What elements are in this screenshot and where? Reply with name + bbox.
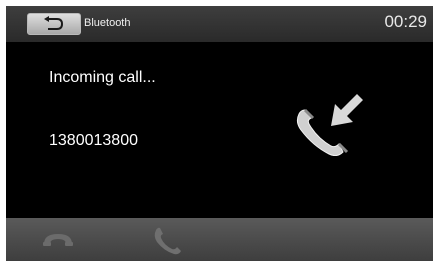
call-controls — [6, 218, 433, 261]
answer-call-icon — [154, 227, 181, 255]
incoming-call-icon — [296, 94, 363, 156]
clock: 00:29 — [384, 12, 427, 31]
hang-up-button[interactable] — [30, 222, 102, 258]
return-arrow-icon — [44, 16, 64, 30]
back-button[interactable] — [27, 13, 81, 35]
hang-up-icon — [43, 234, 73, 246]
call-status: Incoming call... — [49, 69, 156, 86]
top-bar: Bluetooth 00:29 — [6, 6, 433, 42]
answer-button[interactable] — [136, 222, 208, 258]
app-title: Bluetooth — [84, 17, 131, 29]
caller-number: 1380013800 — [49, 132, 138, 149]
car-screen: Bluetooth 00:29 Incoming call... 1380013… — [6, 6, 433, 261]
call-panel: Incoming call... 1380013800 — [6, 42, 433, 218]
